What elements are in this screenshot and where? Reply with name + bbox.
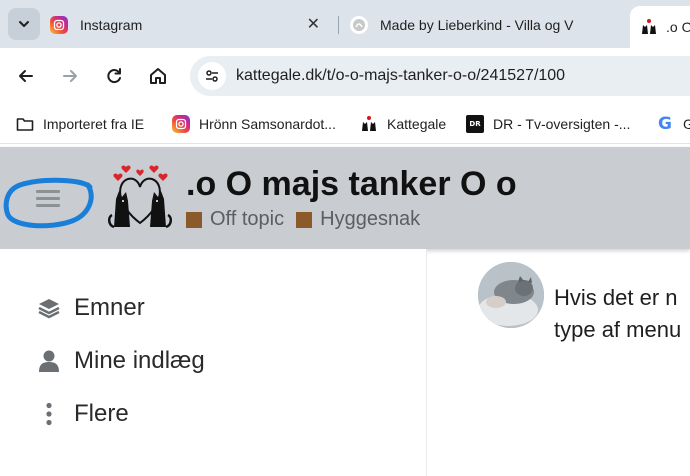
sidebar-item-flere[interactable]: Flere (36, 398, 129, 430)
user-icon (36, 348, 62, 374)
sidebar-item-mine-indlaeg[interactable]: Mine indlæg (36, 345, 205, 377)
lieberkind-icon (350, 16, 368, 34)
tab-title: Instagram (80, 17, 143, 33)
sidebar-item-label: Mine indlæg (74, 347, 205, 374)
avatar[interactable] (478, 262, 544, 328)
category-label: Hyggesnak (320, 208, 421, 230)
more-vertical-icon (36, 401, 62, 427)
kattegale-icon (640, 18, 658, 36)
tab-search-button[interactable] (8, 8, 40, 40)
kattegale-logo (108, 165, 172, 229)
tab-instagram[interactable]: Instagram ✕ (50, 6, 332, 44)
layers-icon (36, 295, 62, 321)
bookmarks-bar: Importeret fra IE Hrönn Samsonardot... K… (0, 104, 690, 144)
topic-title[interactable]: .o O majs tanker O o (186, 165, 517, 204)
tab-separator (338, 16, 339, 34)
sidebar-item-label: Emner (74, 294, 145, 321)
bookmark-hronn[interactable]: Hrönn Samsonardot... (172, 114, 336, 134)
bookmark-google[interactable]: G G (656, 114, 690, 134)
navigation-bar: kattegale.dk/t/o-o-majs-tanker-o-o/24152… (0, 48, 690, 104)
tab-title: Made by Lieberkind - Villa og V (380, 17, 574, 33)
bookmark-label: G (683, 116, 690, 132)
tab-lieberkind[interactable]: Made by Lieberkind - Villa og V (350, 6, 622, 44)
arrow-left-icon (19, 70, 33, 82)
bookmark-label: Importeret fra IE (43, 116, 145, 132)
post-line: type af menu (554, 317, 682, 342)
back-button[interactable] (12, 62, 40, 90)
home-button[interactable] (144, 62, 172, 90)
post-line: Hvis det er n (554, 285, 678, 310)
forward-button[interactable] (56, 62, 84, 90)
reload-button[interactable] (100, 62, 128, 90)
category-hyggesnak[interactable]: Hyggesnak (296, 208, 420, 231)
topic-categories: Off topic Hyggesnak (186, 208, 432, 231)
bookmark-dr[interactable]: DR DR - Tv-oversigten -... (466, 114, 630, 134)
arrow-right-icon (63, 70, 77, 82)
reload-icon (107, 68, 121, 84)
bookmark-label: Hrönn Samsonardot... (199, 116, 336, 132)
chevron-down-icon (19, 21, 29, 27)
sidebar-item-emner[interactable]: Emner (36, 292, 145, 324)
url-text[interactable]: kattegale.dk/t/o-o-majs-tanker-o-o/24152… (236, 67, 565, 85)
site-info-button[interactable] (198, 62, 226, 90)
close-icon[interactable]: ✕ (307, 17, 320, 33)
tune-icon (206, 70, 218, 82)
bookmark-kattegale[interactable]: Kattegale (360, 114, 446, 134)
instagram-icon (50, 16, 68, 34)
google-icon: G (658, 114, 672, 134)
post-body: Hvis det er n type af menu (554, 282, 690, 346)
kattegale-icon (360, 115, 378, 133)
folder-icon (16, 115, 34, 133)
tab-title: .o O (666, 19, 690, 35)
bookmark-importeret[interactable]: Importeret fra IE (16, 114, 144, 134)
category-color-square (296, 211, 313, 228)
home-icon (150, 68, 166, 84)
category-off-topic[interactable]: Off topic (186, 208, 284, 231)
annotation-circle (3, 177, 94, 229)
category-color-square (186, 211, 202, 228)
address-bar[interactable]: kattegale.dk/t/o-o-majs-tanker-o-o/24152… (190, 56, 690, 96)
site-header: .o O majs tanker O o Off topic Hyggesnak (0, 147, 690, 249)
tab-kattegale-active[interactable]: .o O (630, 6, 690, 48)
tab-strip: Instagram ✕ Made by Lieberkind - Villa o… (0, 0, 690, 48)
sidebar: Emner Mine indlæg Flere (0, 249, 427, 476)
dr-icon: DR (466, 115, 484, 133)
bookmark-label: DR - Tv-oversigten -... (493, 116, 631, 132)
instagram-icon (172, 115, 190, 133)
category-label: Off topic (210, 208, 285, 230)
bookmark-label: Kattegale (387, 116, 447, 132)
sidebar-item-label: Flere (74, 400, 129, 427)
